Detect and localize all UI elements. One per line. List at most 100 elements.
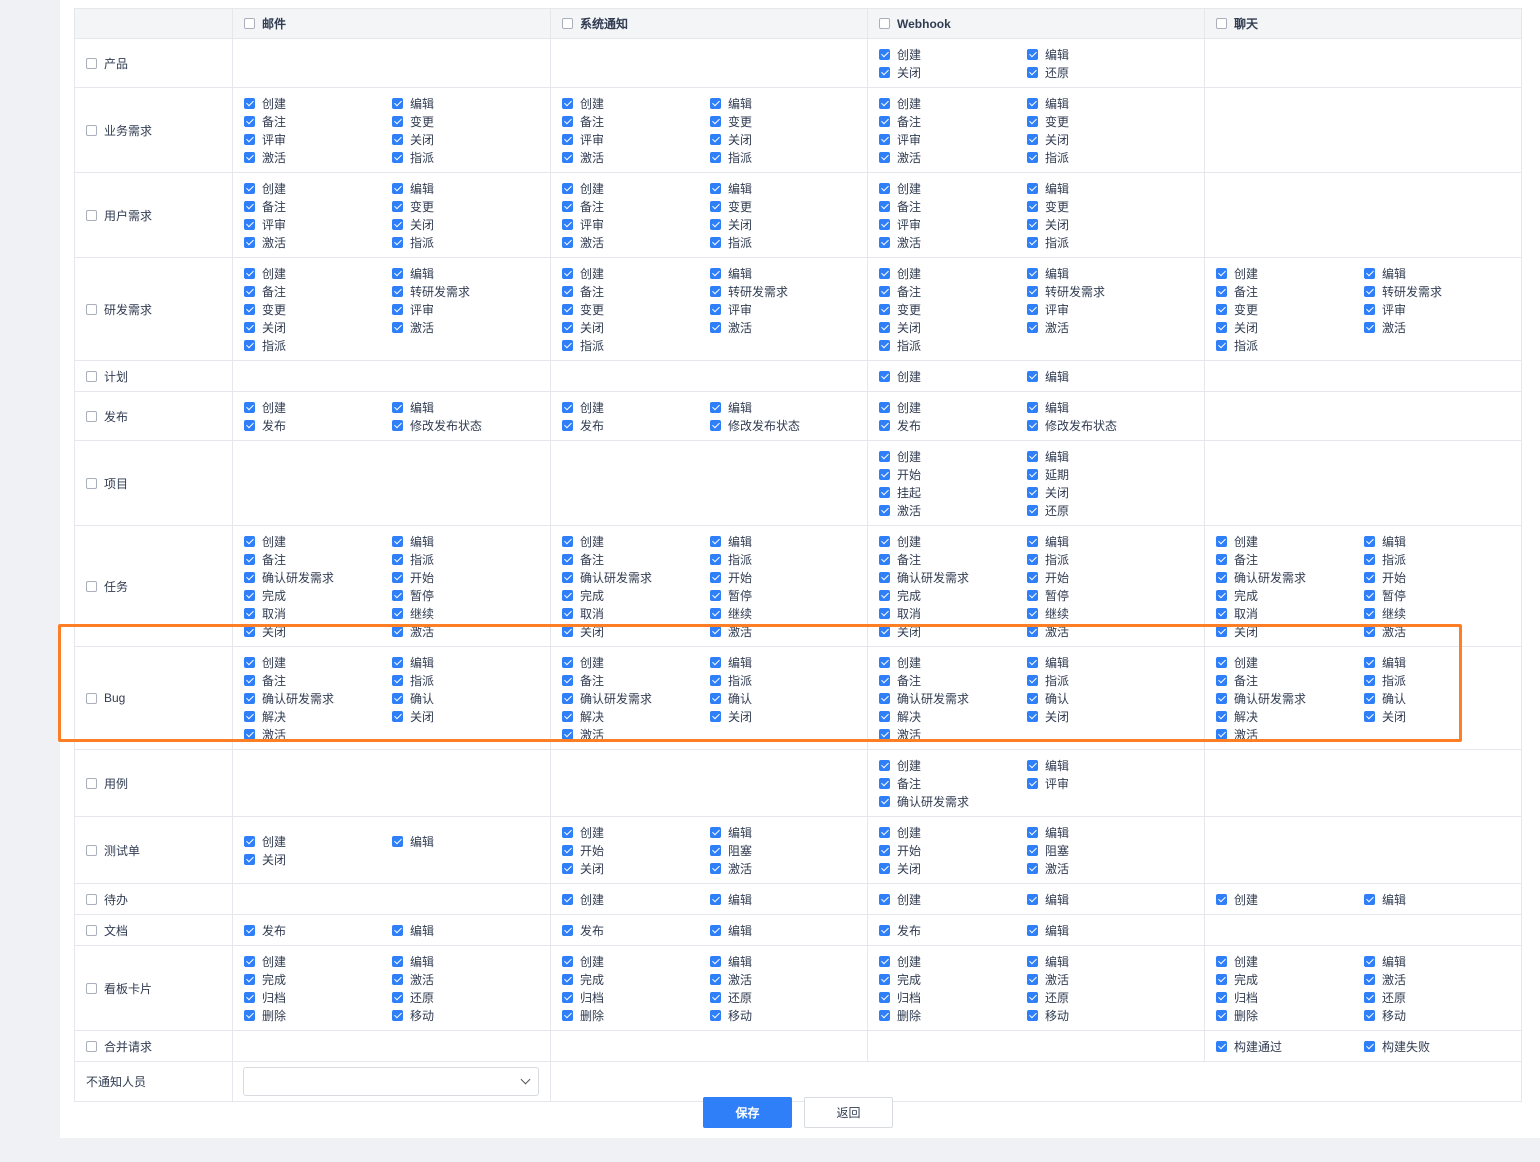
- action-option[interactable]: 编辑: [392, 398, 540, 416]
- action-option[interactable]: 转研发需求: [710, 282, 858, 300]
- action-option[interactable]: 指派: [392, 233, 540, 251]
- checked-checkbox[interactable]: [879, 656, 890, 668]
- checked-checkbox[interactable]: [879, 589, 890, 601]
- checked-checkbox[interactable]: [562, 728, 573, 740]
- checked-checkbox[interactable]: [879, 504, 890, 516]
- action-option[interactable]: 关闭: [392, 130, 540, 148]
- action-option[interactable]: 创建: [562, 94, 710, 112]
- select-row-checkbox[interactable]: [86, 370, 97, 382]
- action-option[interactable]: 关闭: [1216, 622, 1364, 640]
- action-option[interactable]: 移动: [1027, 1006, 1175, 1024]
- checked-checkbox[interactable]: [1364, 285, 1375, 297]
- action-option[interactable]: 编辑: [710, 921, 858, 939]
- checked-checkbox[interactable]: [562, 692, 573, 704]
- checked-checkbox[interactable]: [710, 862, 721, 874]
- column-header-email[interactable]: 邮件: [233, 9, 550, 38]
- checked-checkbox[interactable]: [392, 589, 403, 601]
- action-option[interactable]: 激活: [1216, 725, 1364, 743]
- action-option[interactable]: 归档: [244, 988, 392, 1006]
- action-option[interactable]: 编辑: [1027, 264, 1175, 282]
- action-option[interactable]: 指派: [1364, 550, 1512, 568]
- checked-checkbox[interactable]: [392, 835, 403, 847]
- action-option[interactable]: 完成: [879, 970, 1027, 988]
- action-option[interactable]: 指派: [392, 148, 540, 166]
- checked-checkbox[interactable]: [562, 285, 573, 297]
- checked-checkbox[interactable]: [244, 182, 255, 194]
- checked-checkbox[interactable]: [710, 692, 721, 704]
- checked-checkbox[interactable]: [392, 321, 403, 333]
- checked-checkbox[interactable]: [562, 303, 573, 315]
- action-option[interactable]: 编辑: [1027, 653, 1175, 671]
- checked-checkbox[interactable]: [1364, 973, 1375, 985]
- checked-checkbox[interactable]: [562, 553, 573, 565]
- checked-checkbox[interactable]: [244, 133, 255, 145]
- action-option[interactable]: 变更: [879, 300, 1027, 318]
- checked-checkbox[interactable]: [879, 924, 890, 936]
- action-option[interactable]: 开始: [879, 465, 1027, 483]
- action-option[interactable]: 开始: [1027, 568, 1175, 586]
- checked-checkbox[interactable]: [710, 553, 721, 565]
- checked-checkbox[interactable]: [1027, 370, 1038, 382]
- checked-checkbox[interactable]: [1027, 182, 1038, 194]
- action-option[interactable]: 激活: [879, 725, 1027, 743]
- action-option[interactable]: 还原: [1027, 988, 1175, 1006]
- action-option[interactable]: 关闭: [392, 707, 540, 725]
- action-option[interactable]: 确认研发需求: [879, 689, 1027, 707]
- checked-checkbox[interactable]: [562, 339, 573, 351]
- checked-checkbox[interactable]: [1027, 267, 1038, 279]
- action-option[interactable]: 确认研发需求: [879, 568, 1027, 586]
- checked-checkbox[interactable]: [710, 401, 721, 413]
- action-option[interactable]: 变更: [1027, 112, 1175, 130]
- checked-checkbox[interactable]: [710, 535, 721, 547]
- action-option[interactable]: 编辑: [710, 952, 858, 970]
- checked-checkbox[interactable]: [1216, 553, 1227, 565]
- action-option[interactable]: 创建: [244, 952, 392, 970]
- checked-checkbox[interactable]: [710, 924, 721, 936]
- action-option[interactable]: 备注: [244, 671, 392, 689]
- action-option[interactable]: 创建: [879, 890, 1027, 908]
- checked-checkbox[interactable]: [1027, 826, 1038, 838]
- action-option[interactable]: 编辑: [1027, 756, 1175, 774]
- action-option[interactable]: 确认研发需求: [1216, 689, 1364, 707]
- checked-checkbox[interactable]: [879, 553, 890, 565]
- action-option[interactable]: 开始: [1364, 568, 1512, 586]
- action-option[interactable]: 发布: [562, 921, 710, 939]
- action-option[interactable]: 关闭: [1027, 215, 1175, 233]
- checked-checkbox[interactable]: [562, 862, 573, 874]
- select-row-checkbox[interactable]: [86, 57, 97, 69]
- action-option[interactable]: 关闭: [710, 707, 858, 725]
- action-option[interactable]: 编辑: [710, 264, 858, 282]
- checked-checkbox[interactable]: [1216, 1009, 1227, 1021]
- checked-checkbox[interactable]: [244, 419, 255, 431]
- checked-checkbox[interactable]: [879, 710, 890, 722]
- checked-checkbox[interactable]: [392, 285, 403, 297]
- checked-checkbox[interactable]: [1027, 607, 1038, 619]
- checked-checkbox[interactable]: [244, 200, 255, 212]
- action-option[interactable]: 删除: [244, 1006, 392, 1024]
- checked-checkbox[interactable]: [1364, 656, 1375, 668]
- action-option[interactable]: 编辑: [392, 832, 540, 850]
- checked-checkbox[interactable]: [1216, 625, 1227, 637]
- action-option[interactable]: 变更: [392, 197, 540, 215]
- action-option[interactable]: 备注: [562, 197, 710, 215]
- action-option[interactable]: 修改发布状态: [710, 416, 858, 434]
- action-option[interactable]: 备注: [879, 550, 1027, 568]
- action-option[interactable]: 创建: [879, 447, 1027, 465]
- action-option[interactable]: 创建: [244, 264, 392, 282]
- checked-checkbox[interactable]: [879, 285, 890, 297]
- checked-checkbox[interactable]: [392, 656, 403, 668]
- select-row-checkbox[interactable]: [86, 303, 97, 315]
- action-option[interactable]: 激活: [392, 622, 540, 640]
- action-option[interactable]: 变更: [1027, 197, 1175, 215]
- action-option[interactable]: 备注: [1216, 671, 1364, 689]
- checked-checkbox[interactable]: [244, 97, 255, 109]
- checked-checkbox[interactable]: [1027, 321, 1038, 333]
- action-option[interactable]: 变更: [392, 112, 540, 130]
- checked-checkbox[interactable]: [244, 339, 255, 351]
- checked-checkbox[interactable]: [562, 321, 573, 333]
- checked-checkbox[interactable]: [710, 826, 721, 838]
- row-label[interactable]: 项目: [75, 475, 232, 492]
- action-option[interactable]: 关闭: [1364, 707, 1512, 725]
- checked-checkbox[interactable]: [1364, 893, 1375, 905]
- action-option[interactable]: 激活: [244, 233, 392, 251]
